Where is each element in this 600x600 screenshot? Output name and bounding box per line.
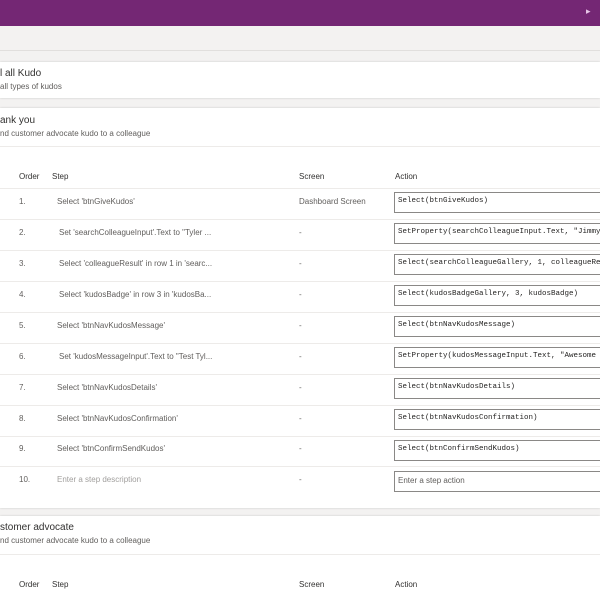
app-header-bar: ▸ [0, 0, 600, 26]
row-divider [0, 219, 600, 220]
column-header-step: Step [52, 580, 69, 589]
row-divider [0, 466, 600, 467]
step-order: 9. [19, 444, 26, 453]
step-description[interactable]: Select 'kudosBadge' in row 3 in 'kudosBa… [59, 290, 289, 299]
step-order: 4. [19, 290, 26, 299]
step-action-input[interactable]: Select(btnNavKudosConfirmation) [394, 409, 600, 430]
row-divider [0, 405, 600, 406]
step-screen: - [299, 228, 302, 237]
column-header-screen: Screen [299, 172, 325, 181]
step-order: 1. [19, 197, 26, 206]
test-case-title: ank you [0, 115, 36, 126]
step-description[interactable]: Select 'btnConfirmSendKudos' [57, 444, 287, 453]
step-action-input[interactable]: Select(btnNavKudosMessage) [394, 316, 600, 337]
row-divider [0, 250, 600, 251]
step-order: 8. [19, 414, 26, 423]
command-bar [0, 26, 600, 51]
header-corner-icon[interactable]: ▸ [586, 6, 592, 16]
step-screen: - [299, 383, 302, 392]
test-case-title: l all Kudo [0, 68, 42, 79]
row-divider [0, 312, 600, 313]
step-description[interactable]: Select 'btnNavKudosDetails' [57, 383, 287, 392]
test-case-card-customer-advocate: stomer advocate nd customer advocate kud… [0, 516, 600, 600]
step-screen: - [299, 259, 302, 268]
step-action-input[interactable]: Select(kudosBadgeGallery, 3, kudosBadge) [394, 285, 600, 306]
column-header-order: Order [19, 172, 40, 181]
column-header-step: Step [52, 172, 69, 181]
step-description[interactable]: Select 'btnNavKudosConfirmation' [57, 414, 287, 423]
step-action-input[interactable]: Enter a step action [394, 471, 600, 492]
step-order: 5. [19, 321, 26, 330]
step-order: 10. [19, 475, 31, 484]
step-action-input[interactable]: Select(btnConfirmSendKudos) [394, 440, 600, 461]
step-description[interactable]: Select 'btnGiveKudos' [57, 197, 287, 206]
test-case-description: nd customer advocate kudo to a colleague [0, 536, 151, 545]
test-case-title: stomer advocate [0, 522, 74, 533]
card-divider [0, 146, 600, 147]
column-header-action: Action [395, 580, 418, 589]
test-case-card-all-kudo[interactable]: l all Kudo all types of kudos [0, 62, 600, 98]
step-screen: - [299, 444, 302, 453]
header-divider [0, 188, 600, 189]
step-order: 2. [19, 228, 26, 237]
step-action-input[interactable]: SetProperty(searchColleagueInput.Text, "… [394, 223, 600, 244]
step-action-input[interactable]: Select(btnGiveKudos) [394, 192, 600, 213]
step-description[interactable]: Select 'colleagueResult' in row 1 in 'se… [59, 259, 289, 268]
step-screen: - [299, 321, 302, 330]
test-case-description: all types of kudos [0, 82, 62, 91]
step-description[interactable]: Select 'btnNavKudosMessage' [57, 321, 287, 330]
column-header-order: Order [19, 580, 40, 589]
step-screen: - [299, 475, 302, 484]
row-divider [0, 374, 600, 375]
step-description[interactable]: Set 'searchColleagueInput'.Text to "Tyle… [59, 228, 289, 237]
column-header-screen: Screen [299, 580, 325, 589]
column-header-action: Action [395, 172, 418, 181]
step-order: 6. [19, 352, 26, 361]
step-order: 7. [19, 383, 26, 392]
row-divider [0, 343, 600, 344]
step-order: 3. [19, 259, 26, 268]
row-divider [0, 436, 600, 437]
test-case-card-thank-you: ank you nd customer advocate kudo to a c… [0, 108, 600, 508]
row-divider [0, 281, 600, 282]
step-action-input[interactable]: Select(btnNavKudosDetails) [394, 378, 600, 399]
step-screen: - [299, 290, 302, 299]
step-description-input[interactable]: Enter a step description [57, 475, 287, 484]
step-screen: - [299, 352, 302, 361]
step-action-input[interactable]: SetProperty(kudosMessageInput.Text, "Awe… [394, 347, 600, 368]
step-screen: - [299, 414, 302, 423]
step-action-input[interactable]: Select(searchColleagueGallery, 1, collea… [394, 254, 600, 275]
step-description[interactable]: Set 'kudosMessageInput'.Text to "Test Ty… [59, 352, 289, 361]
test-case-description: nd customer advocate kudo to a colleague [0, 129, 151, 138]
card-divider [0, 554, 600, 555]
step-screen: Dashboard Screen [299, 197, 366, 206]
